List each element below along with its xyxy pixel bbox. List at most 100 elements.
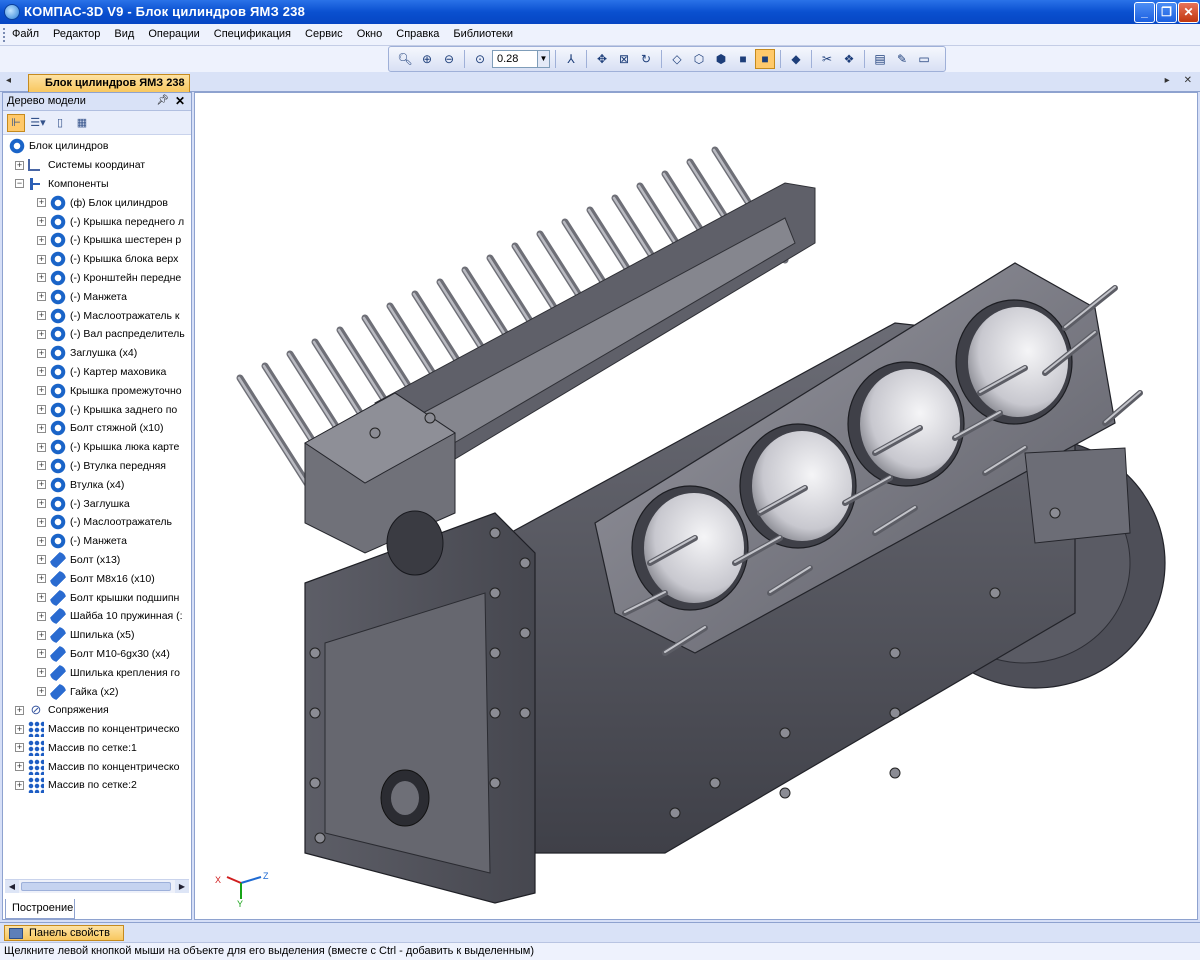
tree-item[interactable]: + Заглушка (x4) [3,344,189,363]
expand-icon[interactable]: + [37,668,46,678]
expand-icon[interactable]: + [37,254,46,264]
expand-icon[interactable]: + [37,198,46,208]
tab-scroll-left-icon[interactable]: ◂ [6,75,11,86]
menu-help[interactable]: Справка [396,28,439,40]
tree-item[interactable]: + Массив по сетке:1 [3,739,189,758]
close-button[interactable]: ✕ [1178,2,1199,23]
tree-by-structure-icon[interactable]: ⊩ [7,113,25,132]
engine-block-model[interactable] [195,93,1197,919]
hidden-lines-icon[interactable]: ⬡ [689,49,709,69]
display-icon[interactable]: ▭ [914,49,934,69]
tree-item[interactable]: + Болт стяжной (x10) [3,419,189,438]
tree-item[interactable]: + (-) Крышка люка карте [3,438,189,457]
tree-item[interactable]: + Системы координат [3,156,189,175]
perspective-icon[interactable]: ◆ [786,49,806,69]
tree-item[interactable]: + (-) Манжета [3,532,189,551]
expand-icon[interactable]: + [15,724,24,734]
filter-icon[interactable]: ❖ [839,49,859,69]
expand-icon[interactable]: + [37,499,46,509]
scroll-right-icon[interactable]: ▶ [175,880,189,893]
expand-icon[interactable]: + [37,687,46,696]
tree-item[interactable]: + Шайба 10 пружинная (: [3,607,189,626]
zoom-scale-field[interactable]: 0.28 ▼ [492,50,550,68]
expand-icon[interactable]: + [37,386,46,396]
expand-icon[interactable]: + [37,423,46,433]
expand-icon[interactable]: + [37,311,46,321]
wireframe-icon[interactable]: ◇ [667,49,687,69]
expand-icon[interactable]: + [15,705,24,715]
tree-item[interactable]: + (-) Крышка блока верх [3,250,189,269]
tree-item[interactable]: + (-) Маслоотражатель [3,513,189,532]
expand-icon[interactable]: + [37,348,46,358]
manager-icon[interactable]: ✎ [892,49,912,69]
tree-item[interactable]: + (ф) Блок цилиндров [3,193,189,212]
tree-item[interactable]: + (-) Заглушка [3,494,189,513]
panel-close-icon[interactable]: ✕ [175,94,185,108]
expand-icon[interactable]: + [15,780,24,790]
expand-icon[interactable]: + [37,630,46,640]
rotate-icon[interactable]: ↻ [636,49,656,69]
property-panel-button[interactable]: Панель свойств [4,925,124,941]
menu-operations[interactable]: Операции [148,28,199,40]
tree-item[interactable]: + Шпилька крепления го [3,663,189,682]
halftone-icon[interactable]: ■ [733,49,753,69]
tree-item[interactable]: + Болт M8x16 (x10) [3,569,189,588]
tree-refresh-icon[interactable]: ▯ [51,114,69,132]
model-viewport[interactable]: X Y Z [194,92,1198,920]
pan-icon[interactable]: ✥ [592,49,612,69]
tree-item[interactable]: + (-) Вал распределитель [3,325,189,344]
expand-icon[interactable]: + [37,574,46,584]
tree-sort-icon[interactable]: ▦ [73,114,91,132]
tree-item[interactable]: − Компоненты [3,175,189,194]
scroll-thumb[interactable] [21,882,171,891]
zoom-out-icon[interactable]: ⊖ [439,49,459,69]
expand-icon[interactable]: + [37,649,46,659]
expand-icon[interactable]: + [37,273,46,283]
maximize-button[interactable]: ❐ [1156,2,1177,23]
menu-specification[interactable]: Спецификация [214,28,291,40]
menu-libraries[interactable]: Библиотеки [453,28,513,40]
pin-icon[interactable]: 📌︎ [156,95,169,106]
expand-icon[interactable]: + [37,555,46,565]
expand-icon[interactable]: + [37,405,46,415]
section-icon[interactable]: ✂ [817,49,837,69]
tree-item[interactable]: + Шпилька (x5) [3,626,189,645]
expand-icon[interactable]: + [37,480,46,490]
zoom-window-icon[interactable]: 🔍︎ [395,49,415,69]
expand-icon[interactable]: + [37,536,46,546]
tree-item[interactable]: + Массив по концентрическо [3,757,189,776]
tree-item[interactable]: + ⊘ Сопряжения [3,701,189,720]
tree-item[interactable]: + Крышка промежуточно [3,381,189,400]
expand-icon[interactable]: + [37,217,46,227]
menu-window[interactable]: Окно [357,28,383,40]
tree-item[interactable]: + (-) Маслоотражатель к [3,306,189,325]
tab-scroll-right-icon[interactable]: ▸ [1165,75,1170,86]
tree-item[interactable]: + Болт (x13) [3,551,189,570]
fit-all-icon[interactable]: ⊠ [614,49,634,69]
properties-icon[interactable]: ▤ [870,49,890,69]
tab-build[interactable]: Построение [5,899,75,919]
expand-icon[interactable]: + [37,593,46,603]
menu-view[interactable]: Вид [114,28,134,40]
expand-icon[interactable]: + [37,611,46,621]
menu-file[interactable]: Файл [12,28,39,40]
tree-item[interactable]: + (-) Крышка шестерен р [3,231,189,250]
zoom-scale-icon[interactable]: ⊙ [470,49,490,69]
expand-icon[interactable]: + [37,235,46,245]
tree-item[interactable]: + Втулка (x4) [3,475,189,494]
tab-close-icon[interactable]: ✕ [1184,75,1192,86]
expand-icon[interactable]: + [37,461,46,471]
expand-icon[interactable]: + [37,329,46,339]
tree-root[interactable]: Блок цилиндров [3,137,189,156]
tree-item[interactable]: + (-) Втулка передняя [3,457,189,476]
shaded-edges-icon[interactable]: ■ [755,49,775,69]
tree-view-icon[interactable]: ☰▾ [29,114,47,132]
expand-icon[interactable]: + [15,160,24,170]
zoom-dropdown-icon[interactable]: ▼ [537,51,549,67]
expand-icon[interactable]: + [15,743,24,753]
menu-edit[interactable]: Редактор [53,28,100,40]
thin-hidden-icon[interactable]: ⬢ [711,49,731,69]
collapse-icon[interactable]: − [15,179,24,189]
scroll-left-icon[interactable]: ◀ [5,880,19,893]
tree-item[interactable]: + (-) Картер маховика [3,363,189,382]
